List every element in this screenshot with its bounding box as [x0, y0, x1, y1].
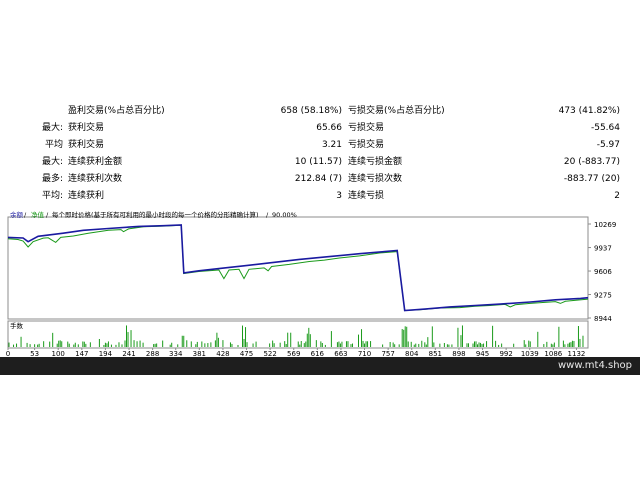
stat-value: 65.66 — [316, 123, 342, 133]
row-prefix: 最大: — [41, 157, 63, 167]
stat-value: 3 — [336, 191, 342, 201]
row-prefix: 平均 — [44, 140, 63, 150]
legend-description: 每个即时价格(基于所有可利用的最小时段的每一个价格的分形精确计算) — [52, 210, 259, 219]
stat-value: 658 (58.18%) — [280, 106, 342, 116]
legend-balance: 余额 — [10, 210, 24, 219]
y-tick-label: 9937 — [594, 245, 612, 253]
stat-label: 连续亏损金额 — [348, 157, 403, 167]
y-tick-label: 10269 — [594, 221, 616, 229]
stat-value: 10 (11.57) — [294, 157, 342, 167]
stat-label: 盈利交易(%占总百分比) — [68, 106, 165, 116]
stat-label: 亏损交易 — [348, 140, 385, 150]
y-tick-label: 8944 — [594, 315, 612, 323]
stat-label: 连续亏损 — [348, 191, 385, 201]
stats-row: 最多: 连续获利次数 212.84 (7) 连续亏损次数 -883.77 (20) — [0, 171, 640, 188]
site-watermark: www.mt4.shop — [557, 360, 632, 371]
stat-value: 473 (41.82%) — [558, 106, 620, 116]
legend-quality: 90.00% — [272, 211, 297, 219]
stats-row: 盈利交易(%占总百分比) 658 (58.18%) 亏损交易(%占总百分比) 473 … — [0, 103, 640, 120]
stats-row: 最大: 连续获利金额 10 (11.57) 连续亏损金额 20 (-883.77) — [0, 154, 640, 171]
stat-label: 获利交易 — [68, 123, 105, 133]
stat-label: 连续获利 — [68, 191, 105, 201]
stat-value: -5.97 — [596, 140, 620, 150]
stat-label: 亏损交易 — [348, 123, 385, 133]
stat-value: 212.84 (7) — [294, 174, 342, 184]
stat-label: 连续亏损次数 — [348, 174, 403, 184]
stat-value: 2 — [614, 191, 620, 201]
stats-row: 平均 获利交易 3.21 亏损交易 -5.97 — [0, 137, 640, 154]
stat-label: 获利交易 — [68, 140, 105, 150]
legend-equity: 净值 — [31, 210, 45, 219]
y-tick-label: 9275 — [594, 292, 612, 300]
stat-value: 20 (-883.77) — [563, 157, 620, 167]
stats-row: 最大: 获利交易 65.66 亏损交易 -55.64 — [0, 120, 640, 137]
row-prefix: 最多: — [41, 174, 63, 184]
y-tick-label: 9606 — [594, 268, 612, 276]
stat-label: 连续获利次数 — [68, 174, 123, 184]
volume-label: 手数 — [10, 321, 24, 330]
row-prefix: 平均: — [41, 191, 63, 201]
row-prefix: 最大: — [41, 123, 63, 133]
trade-statistics-table: 盈利交易(%占总百分比) 658 (58.18%) 亏损交易(%占总百分比) 473 … — [0, 103, 640, 207]
stat-value: 3.21 — [321, 140, 342, 150]
stats-row: 平均: 连续获利 3 连续亏损 2 — [0, 188, 640, 205]
stat-label: 连续获利金额 — [68, 157, 123, 167]
footer-bar: www.mt4.shop — [0, 357, 640, 375]
stat-value: -55.64 — [590, 123, 620, 133]
stat-label: 亏损交易(%占总百分比) — [348, 106, 445, 116]
chart-legend: 余额 净值 每个即时价格(基于所有可利用的最小时段的每一个价格的分形精确计算) 90.… — [10, 210, 297, 219]
stat-value: -883.77 (20) — [563, 174, 620, 184]
balance-equity-chart: 余额 净值 每个即时价格(基于所有可利用的最小时段的每一个价格的分形精确计算) 90.… — [6, 210, 617, 358]
